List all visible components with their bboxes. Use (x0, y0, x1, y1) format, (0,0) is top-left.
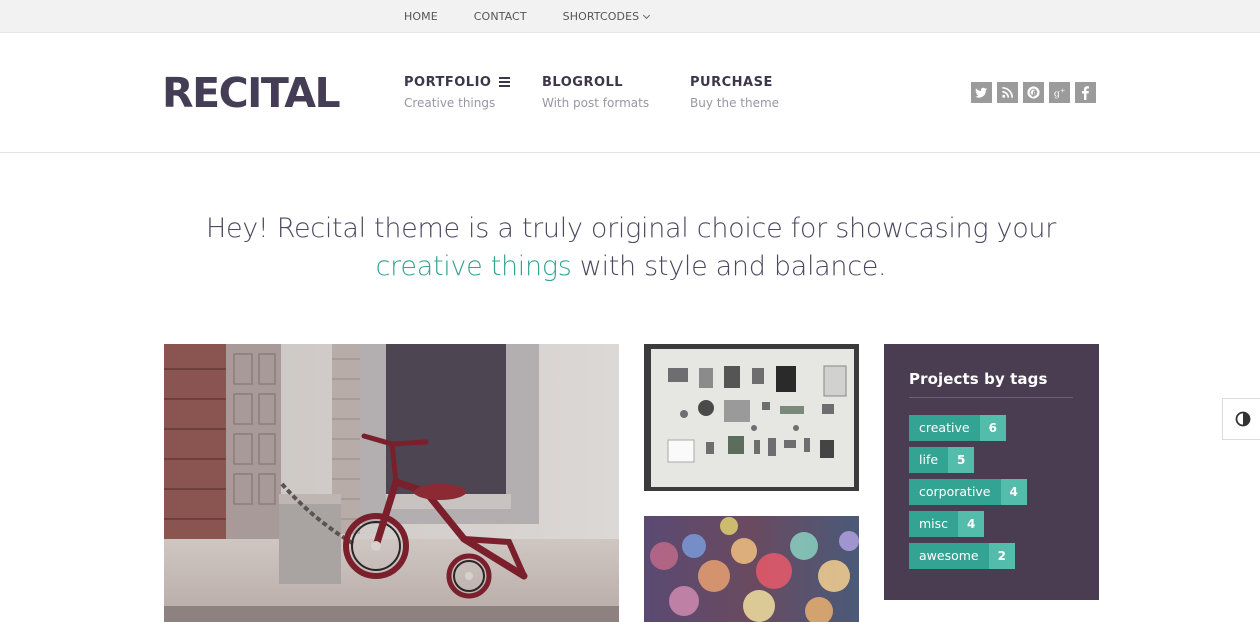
tag-count: 5 (948, 447, 975, 473)
tricycle-image (164, 344, 619, 622)
tag-count: 4 (1000, 479, 1027, 505)
intro-text-1: Hey! Recital theme is a truly original c… (205, 213, 1057, 244)
nav-item-portfolio-title: PORTFOLIO (404, 73, 511, 91)
rss-icon (1002, 86, 1014, 98)
top-link-contact[interactable]: CONTACT (474, 10, 527, 23)
nav-item-purchase[interactable]: PURCHASE Buy the theme (690, 73, 780, 111)
widget-divider (909, 397, 1073, 398)
portfolio-image-bokeh[interactable] (644, 516, 859, 622)
portfolio-image-tricycle[interactable] (164, 344, 619, 622)
widget-title: Projects by tags (909, 370, 1048, 388)
tag-count: 6 (979, 415, 1006, 441)
tag-count: 2 (988, 543, 1015, 569)
projects-by-tags-widget: Projects by tags creative 6 life 5 corpora… (884, 344, 1099, 600)
tag-awesome[interactable]: awesome 2 (909, 543, 1015, 569)
portfolio-image-parts[interactable] (644, 344, 859, 491)
facebook-link[interactable] (1075, 82, 1096, 103)
tag-name: misc (909, 511, 959, 537)
tag-name: awesome (909, 543, 989, 569)
rss-link[interactable] (997, 82, 1018, 103)
contrast-icon (1235, 411, 1250, 427)
site-header: RECITAL PORTFOLIO Creative things BLOGRO… (0, 33, 1260, 153)
twitter-icon (975, 87, 988, 98)
nav-item-portfolio-subtitle: Creative things (404, 96, 496, 110)
nav-portfolio-label: PORTFOLIO (404, 74, 492, 90)
nav-item-purchase-title: PURCHASE (690, 74, 773, 90)
pinterest-icon (1027, 86, 1040, 99)
chevron-down-icon (643, 11, 651, 19)
nav-item-portfolio[interactable]: PORTFOLIO Creative things (404, 73, 511, 110)
nav-item-blogroll[interactable]: BLOGROLL With post formats (542, 73, 650, 111)
nav-item-purchase-subtitle: Buy the theme (690, 96, 780, 110)
svg-text:g: g (1054, 88, 1060, 99)
social-links: g + (971, 82, 1101, 103)
svg-text:+: + (1060, 87, 1066, 95)
google-plus-icon: g + (1054, 87, 1066, 100)
top-link-home[interactable]: HOME (404, 10, 438, 23)
nav-item-blogroll-title: BLOGROLL (542, 74, 624, 90)
facebook-icon (1081, 86, 1089, 100)
parts-image (644, 344, 859, 491)
intro-tagline: Hey! Recital theme is a truly original c… (150, 210, 1112, 286)
bokeh-image (644, 516, 859, 622)
nav-item-blogroll-subtitle: With post formats (542, 96, 650, 110)
top-links: HOME CONTACT SHORTCODES (404, 0, 685, 33)
google-plus-link[interactable]: g + (1049, 82, 1070, 103)
menu-icon (499, 75, 511, 89)
tag-life[interactable]: life 5 (909, 447, 975, 473)
intro-text-2: with style and balance. (571, 251, 887, 282)
tag-misc[interactable]: misc 4 (909, 511, 985, 537)
tag-creative[interactable]: creative 6 (909, 415, 1006, 441)
contrast-toggle-button[interactable] (1222, 398, 1260, 440)
twitter-link[interactable] (971, 82, 992, 103)
site-logo[interactable]: RECITAL (162, 69, 341, 117)
tag-name: creative (909, 415, 980, 441)
intro-highlight: creative things (375, 251, 572, 282)
tag-corporative[interactable]: corporative 4 (909, 479, 1027, 505)
top-link-shortcodes[interactable]: SHORTCODES (562, 10, 651, 23)
tag-count: 4 (958, 511, 985, 537)
tag-name: life (909, 447, 949, 473)
top-utility-bar: HOME CONTACT SHORTCODES (0, 0, 1260, 33)
tag-list: creative 6 life 5 corporative 4 misc 4 aweso… (909, 415, 1027, 575)
tag-name: corporative (909, 479, 1001, 505)
pinterest-link[interactable] (1023, 82, 1044, 103)
top-link-shortcodes-label: SHORTCODES (562, 10, 640, 23)
